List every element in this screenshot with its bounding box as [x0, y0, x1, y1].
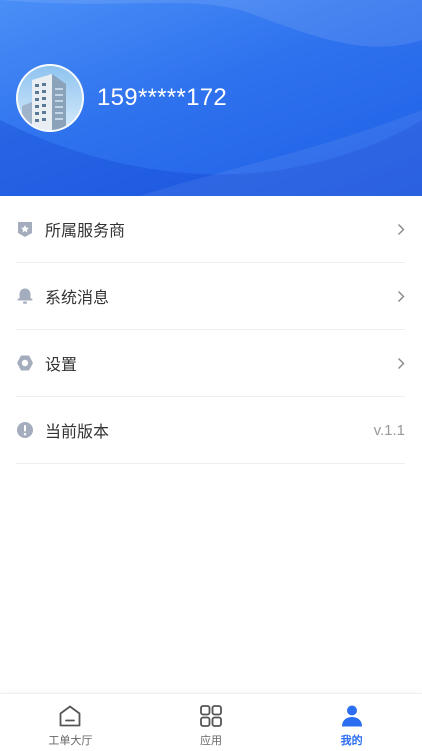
chevron-right-icon	[395, 222, 405, 236]
menu-item-service-provider[interactable]: 所属服务商	[16, 196, 405, 263]
menu-list: 所属服务商 系统消息 设置 当前版本 v.1.1	[16, 196, 405, 464]
menu-item-label: 所属服务商	[45, 221, 126, 240]
tab-label: 工单大厅	[48, 734, 93, 747]
bottom-tab-bar: 工单大厅 应用 我的	[0, 693, 422, 751]
tab-apps[interactable]: 应用	[141, 694, 282, 751]
tab-label: 我的	[340, 734, 363, 747]
user-phone: 159*****172	[97, 84, 228, 111]
home-icon	[57, 703, 83, 729]
chevron-right-icon	[395, 356, 405, 370]
building-photo-avatar	[18, 66, 82, 130]
menu-item-label: 设置	[45, 355, 78, 374]
grid-apps-icon	[198, 703, 224, 729]
version-value: v.1.1	[373, 421, 405, 439]
chevron-right-icon	[395, 289, 405, 303]
bell-icon	[16, 287, 34, 305]
menu-item-label: 系统消息	[45, 288, 110, 307]
exclamation-circle-icon	[16, 421, 34, 439]
shield-star-icon	[16, 220, 34, 238]
profile-header: 159*****172	[0, 0, 422, 196]
avatar[interactable]	[16, 64, 84, 132]
tab-work-order-hall[interactable]: 工单大厅	[0, 694, 141, 751]
user-icon	[339, 703, 365, 729]
tab-label: 应用	[200, 734, 222, 747]
menu-item-label: 当前版本	[45, 422, 110, 441]
hexagon-gear-icon	[16, 354, 34, 372]
menu-item-current-version: 当前版本 v.1.1	[16, 397, 405, 464]
tab-mine[interactable]: 我的	[281, 694, 422, 751]
menu-item-system-messages[interactable]: 系统消息	[16, 263, 405, 330]
menu-item-settings[interactable]: 设置	[16, 330, 405, 397]
